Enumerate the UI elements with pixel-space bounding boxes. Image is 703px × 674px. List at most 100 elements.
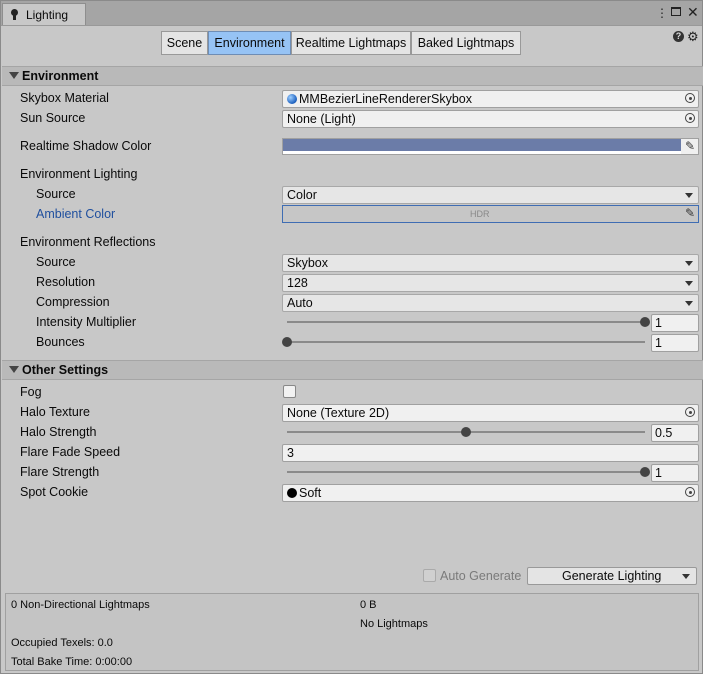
material-sphere-icon xyxy=(287,94,297,104)
ambient-color-field[interactable]: HDR ✎ xyxy=(282,205,699,223)
halo-texture-field[interactable]: None (Texture 2D) xyxy=(282,404,699,422)
hdr-label: HDR xyxy=(470,209,490,219)
fog-label: Fog xyxy=(20,385,42,399)
halo-texture-value: None (Texture 2D) xyxy=(287,406,390,420)
spot-cookie-field[interactable]: Soft xyxy=(282,484,699,502)
halo-strength-value: 0.5 xyxy=(655,426,673,440)
bounces-label: Bounces xyxy=(36,335,85,349)
lighting-source-value: Color xyxy=(287,188,317,202)
bounces-slider-track[interactable] xyxy=(287,341,645,343)
lightmap-count: 0 Non-Directional Lightmaps xyxy=(11,599,150,611)
sun-source-label: Sun Source xyxy=(20,111,86,125)
realtime-shadow-color-label: Realtime Shadow Color xyxy=(20,139,152,153)
shadow-color-swatch xyxy=(283,139,681,151)
environment-header-title: Environment xyxy=(22,69,99,83)
other-settings-section-header[interactable]: Other Settings xyxy=(2,360,703,380)
tab-baked-lightmaps[interactable]: Baked Lightmaps xyxy=(411,31,521,55)
chevron-down-icon xyxy=(685,301,693,306)
lighting-tab[interactable]: Lighting xyxy=(2,3,86,25)
bounces-input[interactable]: 1 xyxy=(651,334,699,352)
tab-realtime-lightmaps[interactable]: Realtime Lightmaps xyxy=(291,31,411,55)
auto-generate-label: Auto Generate xyxy=(440,569,522,583)
compression-value: Auto xyxy=(287,296,313,310)
shadow-color-alpha-bar xyxy=(283,151,681,154)
compression-dropdown[interactable]: Auto xyxy=(282,294,699,312)
intensity-slider-track[interactable] xyxy=(287,321,645,323)
flare-strength-slider-track[interactable] xyxy=(287,471,645,473)
lightmap-stats-panel: 0 Non-Directional Lightmaps 0 B No Light… xyxy=(5,593,699,671)
help-icon[interactable]: ? xyxy=(673,31,684,42)
intensity-multiplier-value: 1 xyxy=(655,316,662,330)
total-bake-time: Total Bake Time: 0:00:00 xyxy=(11,656,133,668)
maximize-icon[interactable] xyxy=(671,7,681,16)
environment-section-header[interactable]: Environment xyxy=(2,66,703,86)
flare-fade-speed-input[interactable]: 3 xyxy=(282,444,699,462)
flare-strength-slider-handle[interactable] xyxy=(640,467,650,477)
reflection-source-dropdown[interactable]: Skybox xyxy=(282,254,699,272)
chevron-down-icon xyxy=(685,261,693,266)
object-picker-icon[interactable] xyxy=(685,407,695,417)
collapse-arrow-icon xyxy=(9,72,19,79)
tab-scene[interactable]: Scene xyxy=(161,31,208,55)
window-tab-bar: Lighting ⋮ ✕ xyxy=(1,1,702,26)
gear-icon[interactable]: ⚙ xyxy=(687,29,699,45)
object-picker-icon[interactable] xyxy=(685,487,695,497)
intensity-multiplier-input[interactable]: 1 xyxy=(651,314,699,332)
resolution-dropdown[interactable]: 128 xyxy=(282,274,699,292)
compression-label: Compression xyxy=(36,295,110,309)
lightbulb-icon-base xyxy=(13,15,16,20)
reflection-source-label: Source xyxy=(36,255,76,269)
no-lightmaps-text: No Lightmaps xyxy=(360,618,428,630)
lighting-window: Lighting ⋮ ✕ Scene Environment Realtime … xyxy=(0,0,703,674)
reflection-source-value: Skybox xyxy=(287,256,328,270)
collapse-arrow-icon xyxy=(9,366,19,373)
flare-strength-input[interactable]: 1 xyxy=(651,464,699,482)
skybox-material-label: Skybox Material xyxy=(20,91,109,105)
skybox-material-field[interactable]: MMBezierLineRendererSkybox xyxy=(282,90,699,108)
spot-cookie-value: Soft xyxy=(299,486,322,500)
halo-strength-input[interactable]: 0.5 xyxy=(651,424,699,442)
lighting-source-label: Source xyxy=(36,187,76,201)
skybox-material-value: MMBezierLineRendererSkybox xyxy=(299,92,472,106)
spot-cookie-label: Spot Cookie xyxy=(20,485,89,499)
more-options-icon[interactable]: ⋮ xyxy=(656,6,668,20)
lighting-source-dropdown[interactable]: Color xyxy=(282,186,699,204)
environment-reflections-label: Environment Reflections xyxy=(20,235,156,249)
eyedropper-icon[interactable]: ✎ xyxy=(685,139,695,153)
resolution-label: Resolution xyxy=(36,275,96,289)
ambient-color-label: Ambient Color xyxy=(36,207,116,221)
generate-lighting-label: Generate Lighting xyxy=(562,569,662,583)
flare-strength-value: 1 xyxy=(655,466,662,480)
chevron-down-icon xyxy=(685,193,693,198)
auto-generate-checkbox[interactable] xyxy=(423,569,436,582)
sun-source-field[interactable]: None (Light) xyxy=(282,110,699,128)
environment-lighting-label: Environment Lighting xyxy=(20,167,138,181)
flare-fade-speed-value: 3 xyxy=(287,446,294,460)
intensity-slider-handle[interactable] xyxy=(640,317,650,327)
lightmap-size: 0 B xyxy=(360,599,377,611)
halo-texture-label: Halo Texture xyxy=(20,405,90,419)
bounces-value: 1 xyxy=(655,336,662,350)
fog-checkbox[interactable] xyxy=(283,385,296,398)
realtime-shadow-color-field[interactable]: ✎ xyxy=(282,138,699,155)
generate-lighting-button[interactable]: Generate Lighting xyxy=(527,567,697,585)
intensity-multiplier-label: Intensity Multiplier xyxy=(36,315,137,329)
flare-strength-label: Flare Strength xyxy=(20,465,100,479)
chevron-down-icon[interactable] xyxy=(682,574,690,579)
other-settings-header-title: Other Settings xyxy=(22,363,109,377)
lighting-tab-label: Lighting xyxy=(26,8,69,22)
eyedropper-icon[interactable]: ✎ xyxy=(685,206,695,220)
occupied-texels: Occupied Texels: 0.0 xyxy=(11,637,113,649)
cookie-texture-icon xyxy=(287,488,297,498)
bounces-slider-handle[interactable] xyxy=(282,337,292,347)
close-icon[interactable]: ✕ xyxy=(687,4,699,21)
resolution-value: 128 xyxy=(287,276,308,290)
halo-strength-slider-handle[interactable] xyxy=(461,427,471,437)
object-picker-icon[interactable] xyxy=(685,93,695,103)
chevron-down-icon xyxy=(685,281,693,286)
object-picker-icon[interactable] xyxy=(685,113,695,123)
tab-environment[interactable]: Environment xyxy=(208,31,291,55)
flare-fade-speed-label: Flare Fade Speed xyxy=(20,445,121,459)
sun-source-value: None (Light) xyxy=(287,112,356,126)
halo-strength-label: Halo Strength xyxy=(20,425,97,439)
